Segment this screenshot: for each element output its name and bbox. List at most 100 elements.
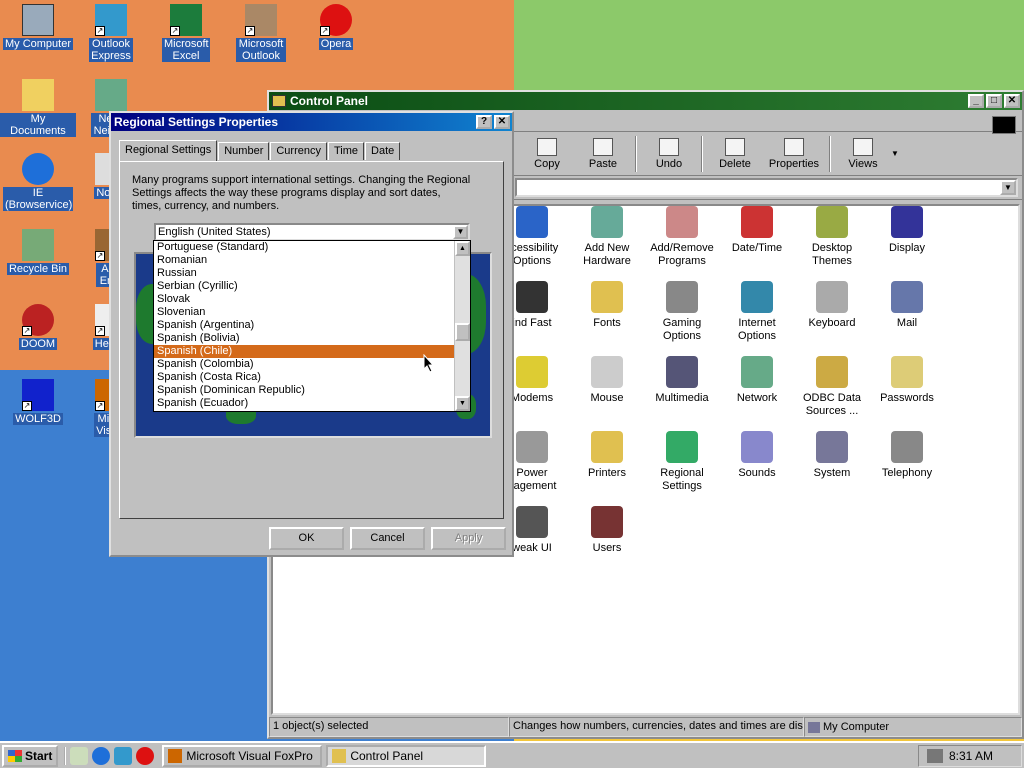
dropdown-option[interactable]: Spanish (Bolivia) [154,332,470,345]
excel-icon: ↗ [170,4,202,36]
address-field[interactable]: ▼ [515,178,1018,197]
locale-dropdown-list[interactable]: Portuguese (Standard) Romanian Russian Serb… [153,240,471,412]
desktop-icon-ie[interactable]: IE (Browservice) [0,153,76,211]
apply-button[interactable]: Apply [431,527,506,550]
scroll-up-icon[interactable]: ▲ [455,241,470,256]
properties-button[interactable]: Properties [763,137,825,170]
dropdown-option[interactable]: Russian [154,267,470,280]
chevron-down-icon[interactable]: ▼ [1000,180,1016,195]
control-panel-item[interactable]: Display [870,206,944,255]
quick-launch [64,746,158,765]
copy-button[interactable]: Copy [519,137,575,170]
control-panel-item[interactable]: Gaming Options [645,281,719,343]
undo-button[interactable]: Undo [641,137,697,170]
minimize-button[interactable]: _ [968,94,984,108]
control-panel-item[interactable]: Desktop Themes [795,206,869,268]
tab-time[interactable]: Time [327,142,365,160]
tab-currency[interactable]: Currency [270,142,327,160]
show-desktop-icon[interactable] [70,746,89,765]
desktop-icon-my-documents[interactable]: My Documents [0,79,76,137]
scrollbar-thumb[interactable] [455,323,470,341]
delete-button[interactable]: Delete [707,137,763,170]
task-label: Microsoft Visual FoxPro [186,748,313,763]
cancel-button[interactable]: Cancel [350,527,425,550]
delete-icon [725,137,745,156]
scroll-down-icon[interactable]: ▼ [455,396,470,411]
dropdown-option[interactable]: Slovenian [154,306,470,319]
dropdown-option[interactable]: Romanian [154,254,470,267]
control-panel-item[interactable]: Fonts [570,281,644,330]
control-panel-item[interactable]: Sounds [720,431,794,480]
maximize-button[interactable]: □ [986,94,1002,108]
outlook-express-icon[interactable] [114,746,133,765]
control-panel-item[interactable]: System [795,431,869,480]
folder-icon [22,79,54,111]
close-button[interactable]: ✕ [494,115,510,129]
themes-icon [816,206,848,238]
control-panel-item[interactable]: Internet Options [720,281,794,343]
control-panel-item[interactable]: Users [570,506,644,555]
locale-select[interactable]: English (United States) ▼ [154,223,470,241]
dialog-titlebar[interactable]: Regional Settings Properties ? ✕ [111,113,512,131]
desktop-icon-wolf3d[interactable]: ↗ WOLF3D [0,379,76,425]
dropdown-option[interactable]: Spanish (Ecuador) [154,397,470,410]
desktop-icon-label: My Computer [2,38,74,50]
tab-regional-settings[interactable]: Regional Settings [119,140,218,161]
internet-explorer-icon[interactable] [92,746,111,765]
control-panel-item-label: ODBC Data Sources ... [802,392,862,417]
desktop-icon-recycle-bin[interactable]: Recycle Bin [0,229,76,275]
dropdown-scrollbar[interactable]: ▲ ▼ [454,241,470,411]
control-panel-item[interactable]: Mouse [570,356,644,405]
control-panel-item[interactable]: Regional Settings [645,431,719,493]
start-label: Start [25,748,53,763]
control-panel-item[interactable]: Date/Time [720,206,794,255]
clock[interactable]: 8:31 AM [949,749,993,763]
views-button[interactable]: Views [835,137,891,170]
desktop-icon-excel[interactable]: ↗ Microsoft Excel [148,4,224,62]
control-panel-icon [332,748,347,763]
tab-date[interactable]: Date [365,142,401,160]
dropdown-option[interactable]: Spanish (Argentina) [154,319,470,332]
control-panel-item[interactable]: Multimedia [645,356,719,405]
window-title: Control Panel [290,94,369,108]
desktop-icon-outlook-express[interactable]: ↗ Outlook Express [73,4,149,62]
ok-button[interactable]: OK [269,527,344,550]
opera-icon[interactable] [136,746,155,765]
fonts-icon [591,281,623,313]
dropdown-option[interactable]: Portuguese (Standard) [154,241,470,254]
globe-icon [666,431,698,463]
control-panel-item[interactable]: Add/Remove Programs [645,206,719,268]
control-panel-item[interactable]: Keyboard [795,281,869,330]
toolbar-separator [829,135,831,172]
desktop-icon-doom[interactable]: ↗ DOOM [0,304,76,350]
scheduler-icon[interactable] [927,749,943,763]
desktop-icon-outlook[interactable]: ↗ Microsoft Outlook [223,4,299,62]
desktop-icon-my-computer[interactable]: My Computer [0,4,76,50]
desktop-icon-label: Outlook Express [89,38,133,62]
network-icon [95,79,127,111]
control-panel-titlebar[interactable]: Control Panel _ □ ✕ [269,92,1022,110]
control-panel-item[interactable]: Add New Hardware [570,206,644,268]
tab-number[interactable]: Number [218,142,270,160]
outlook-express-icon: ↗ [95,4,127,36]
dropdown-option[interactable]: Serbian (Cyrillic) [154,280,470,293]
properties-label: Properties [768,157,820,170]
chevron-down-icon[interactable]: ▼ [453,225,468,239]
task-visual-foxpro[interactable]: Microsoft Visual FoxPro [162,744,323,767]
views-dropdown-icon[interactable]: ▼ [891,149,899,158]
paste-button[interactable]: Paste [575,137,631,170]
dropdown-option[interactable]: Spanish (Dominican Republic) [154,384,470,397]
control-panel-item[interactable]: Telephony [870,431,944,480]
help-button[interactable]: ? [476,115,492,129]
control-panel-item[interactable]: Printers [570,431,644,480]
control-panel-item[interactable]: Network [720,356,794,405]
control-panel-item[interactable]: Passwords [870,356,944,405]
close-button[interactable]: ✕ [1004,94,1020,108]
paste-icon [593,137,613,156]
task-control-panel[interactable]: Control Panel [326,744,487,767]
desktop-icon-opera[interactable]: ↗ Opera [298,4,374,50]
control-panel-item[interactable]: ODBC Data Sources ... [795,356,869,418]
control-panel-item[interactable]: Mail [870,281,944,330]
dropdown-option[interactable]: Slovak [154,293,470,306]
start-button[interactable]: Start [2,744,59,767]
